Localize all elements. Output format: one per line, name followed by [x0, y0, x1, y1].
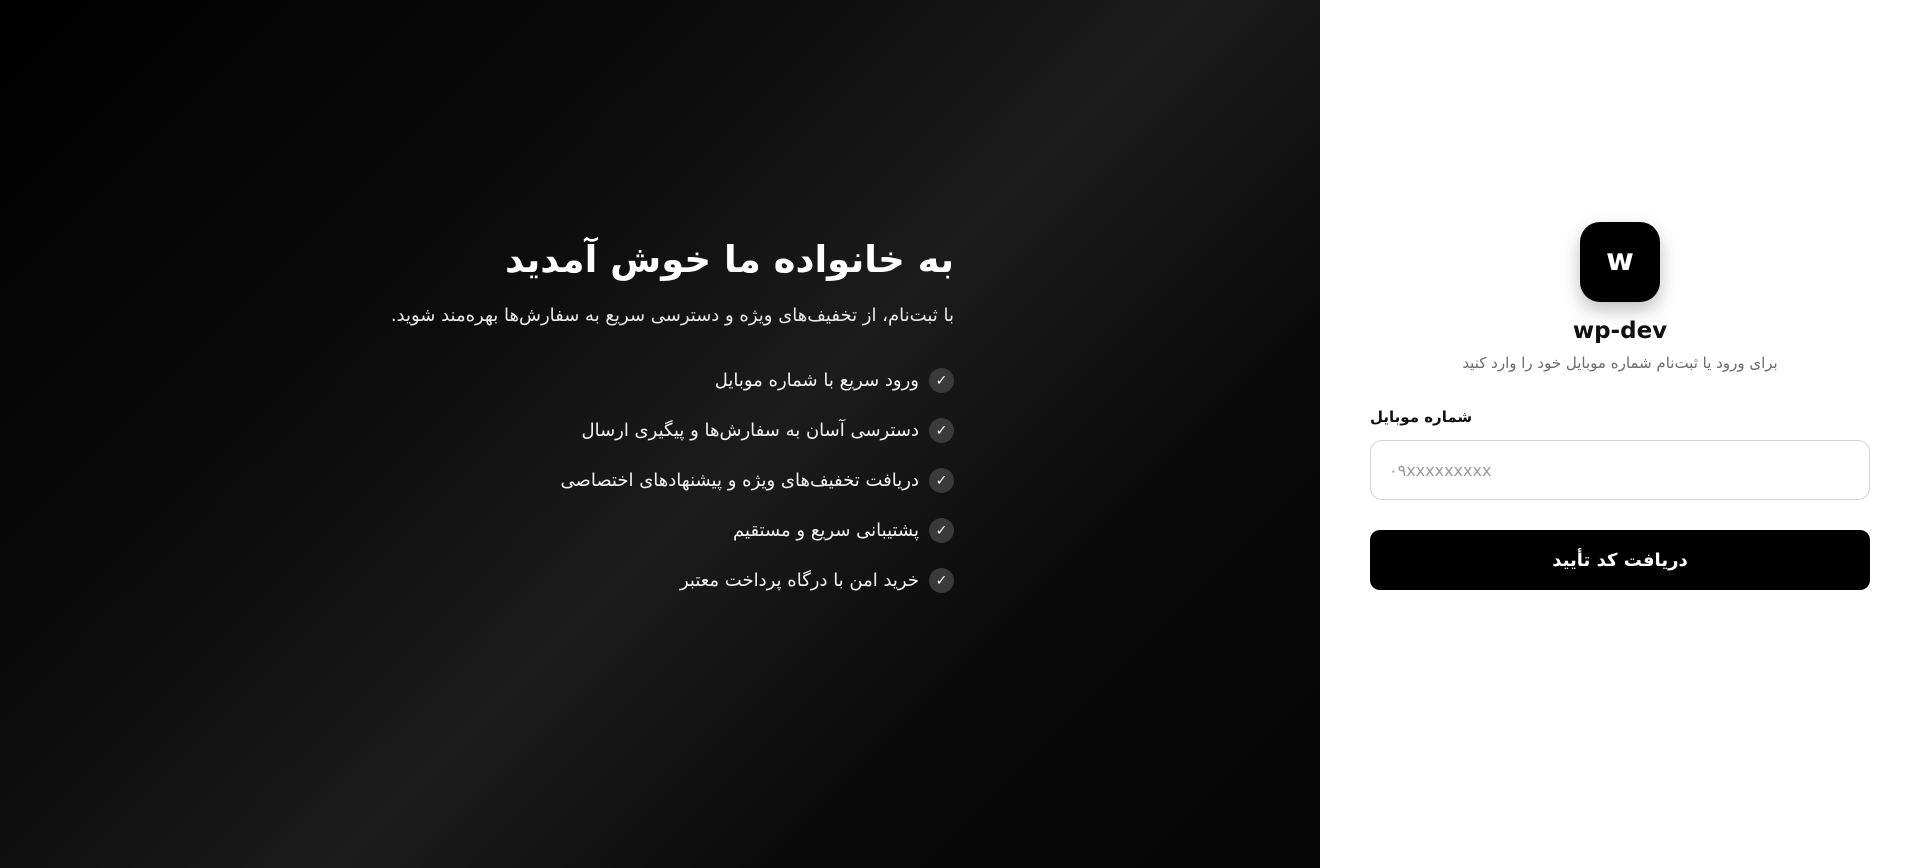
phone-label: شماره موبایل [1370, 408, 1473, 426]
feature-item: ✓ دریافت تخفیف‌های ویژه و پیشنهادهای اخت… [561, 468, 954, 493]
feature-label: دریافت تخفیف‌های ویژه و پیشنهادهای اختصا… [560, 470, 919, 491]
login-panel: w wp-dev برای ورود یا ثبت‌نام شماره موبا… [1320, 0, 1920, 868]
feature-label: ورود سریع با شماره موبایل [714, 370, 919, 391]
feature-label: پشتیبانی سریع و مستقیم [733, 520, 919, 541]
feature-item: ✓ خرید امن با درگاه پرداخت معتبر [561, 568, 954, 593]
welcome-panel: به خانواده ما خوش آمدید با ثبت‌نام، از ت… [0, 0, 1320, 868]
login-subtitle: برای ورود یا ثبت‌نام شماره موبایل خود را… [1462, 354, 1778, 372]
check-icon: ✓ [929, 518, 954, 543]
welcome-subtitle: با ثبت‌نام، از تخفیف‌های ویژه و دسترسی س… [390, 305, 954, 326]
phone-input[interactable] [1370, 440, 1870, 500]
check-icon: ✓ [929, 368, 954, 393]
check-icon: ✓ [929, 568, 954, 593]
logo-letter: w [1606, 243, 1634, 278]
brand-name: wp-dev [1572, 318, 1668, 344]
feature-list: ✓ ورود سریع با شماره موبایل ✓ دسترسی آسا… [561, 368, 954, 593]
brand-logo: w [1580, 222, 1660, 302]
check-icon: ✓ [929, 468, 954, 493]
feature-label: خرید امن با درگاه پرداخت معتبر [679, 570, 919, 591]
feature-label: دسترسی آسان به سفارش‌ها و پیگیری ارسال [581, 420, 920, 441]
welcome-content: به خانواده ما خوش آمدید با ثبت‌نام، از ت… [334, 238, 954, 593]
feature-item: ✓ دسترسی آسان به سفارش‌ها و پیگیری ارسال [561, 418, 954, 443]
check-icon: ✓ [929, 418, 954, 443]
login-form: w wp-dev برای ورود یا ثبت‌نام شماره موبا… [1370, 222, 1870, 590]
get-code-button[interactable]: دریافت کد تأیید [1370, 530, 1870, 590]
feature-item: ✓ پشتیبانی سریع و مستقیم [561, 518, 954, 543]
welcome-title: به خانواده ما خوش آمدید [505, 238, 954, 281]
feature-item: ✓ ورود سریع با شماره موبایل [561, 368, 954, 393]
